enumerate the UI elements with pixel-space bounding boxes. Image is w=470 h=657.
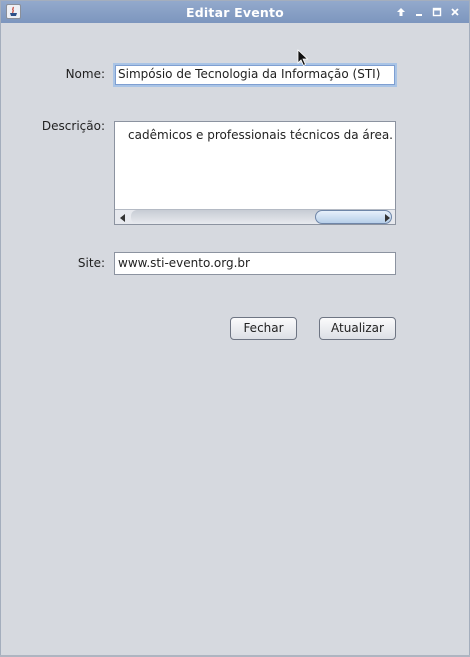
site-label: Site: bbox=[77, 256, 105, 270]
descricao-label: Descrição: bbox=[41, 119, 105, 133]
title-bar[interactable]: Editar Evento bbox=[1, 1, 469, 23]
fechar-button[interactable]: Fechar bbox=[230, 317, 297, 340]
scroll-right-arrow-icon[interactable] bbox=[382, 212, 392, 222]
horizontal-scrollbar[interactable] bbox=[115, 209, 395, 224]
restore-icon[interactable] bbox=[431, 6, 443, 18]
nome-input[interactable]: Simpósio de Tecnologia da Informação (ST… bbox=[113, 63, 397, 87]
scroll-left-arrow-icon[interactable] bbox=[118, 212, 128, 222]
descricao-textarea[interactable]: cadêmicos e professionais técnicos da ár… bbox=[114, 121, 396, 225]
scroll-track[interactable] bbox=[131, 210, 392, 224]
descricao-text[interactable]: cadêmicos e professionais técnicos da ár… bbox=[115, 127, 395, 143]
minimize-icon[interactable] bbox=[413, 6, 425, 18]
atualizar-button[interactable]: Atualizar bbox=[319, 317, 396, 340]
maximize-up-arrow-icon[interactable] bbox=[395, 6, 407, 18]
edit-event-window: Editar Evento Nome: Simpósio de Tecnolog… bbox=[0, 0, 470, 657]
nome-label: Nome: bbox=[65, 67, 105, 81]
mouse-cursor-icon bbox=[297, 49, 309, 70]
site-input[interactable]: www.sti-evento.org.br bbox=[114, 252, 396, 275]
scroll-thumb[interactable] bbox=[315, 210, 392, 224]
close-icon[interactable] bbox=[449, 6, 461, 18]
